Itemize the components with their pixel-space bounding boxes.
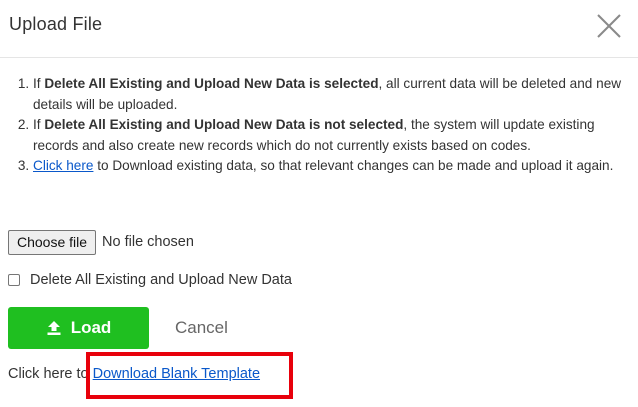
instruction-item: If Delete All Existing and Upload New Da… xyxy=(33,74,630,115)
close-button[interactable] xyxy=(596,13,622,39)
instructions-list: If Delete All Existing and Upload New Da… xyxy=(0,74,630,177)
template-prefix: Click here to xyxy=(8,366,89,382)
load-button[interactable]: Load xyxy=(8,307,149,349)
instruction-bold: Delete All Existing and Upload New Data … xyxy=(44,76,379,91)
template-download-row: Click here to Download Blank Template xyxy=(8,366,260,382)
delete-all-option: Delete All Existing and Upload New Data xyxy=(8,270,292,290)
download-blank-template-link[interactable]: Download Blank Template xyxy=(93,366,260,382)
instruction-suffix: to Download existing data, so that relev… xyxy=(93,158,614,173)
load-button-label: Load xyxy=(70,318,112,337)
action-buttons: Load Cancel xyxy=(8,307,228,349)
file-input: Choose file No file chosen xyxy=(8,229,194,255)
delete-all-checkbox-label[interactable]: Delete All Existing and Upload New Data xyxy=(30,272,292,288)
instruction-prefix: If xyxy=(33,117,45,132)
delete-all-checkbox[interactable] xyxy=(8,274,20,286)
instruction-item: If Delete All Existing and Upload New Da… xyxy=(33,115,630,156)
file-status: No file chosen xyxy=(102,234,194,250)
modal-title: Upload File xyxy=(9,14,103,34)
instruction-prefix: If xyxy=(33,76,45,91)
modal-header: Upload File xyxy=(0,0,638,58)
close-icon xyxy=(597,14,621,38)
upload-icon xyxy=(47,321,61,335)
choose-file-button[interactable]: Choose file xyxy=(8,229,97,255)
instruction-item: Click here to Download existing data, so… xyxy=(33,156,630,177)
upload-file-modal: Upload File If Delete All Existing and U… xyxy=(0,0,638,407)
download-existing-data-link[interactable]: Click here xyxy=(33,158,93,173)
instruction-bold: Delete All Existing and Upload New Data … xyxy=(44,117,404,132)
cancel-button[interactable]: Cancel xyxy=(175,318,228,338)
